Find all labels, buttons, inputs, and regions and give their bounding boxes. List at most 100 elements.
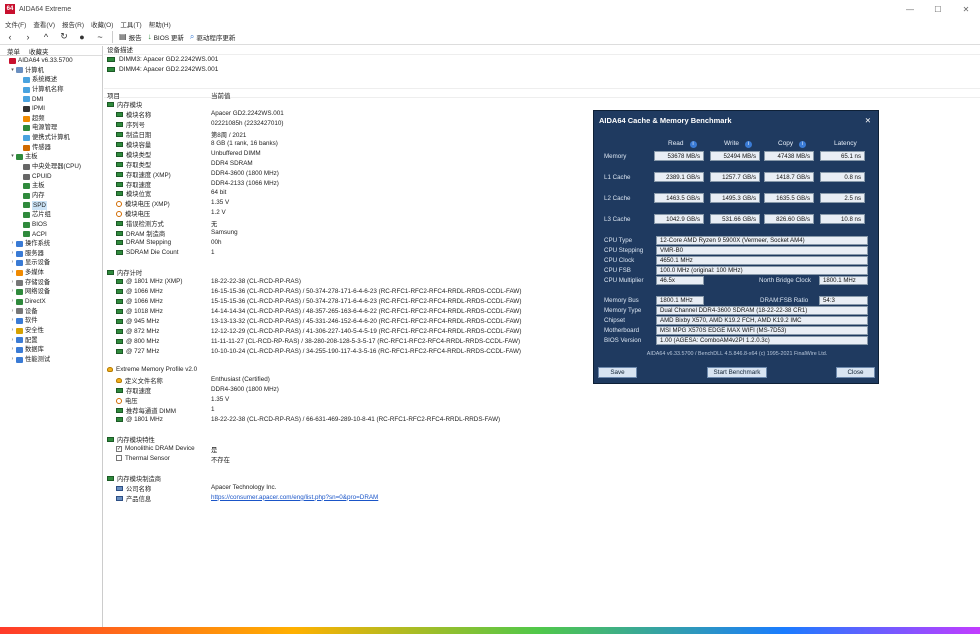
- sidebar-item[interactable]: 便携式计算机: [0, 133, 102, 143]
- menu-tools[interactable]: 工具(T): [120, 19, 141, 29]
- back-icon[interactable]: ‹: [4, 32, 16, 42]
- sidebar-item[interactable]: › DirectX: [0, 297, 102, 307]
- tree-toggle-icon[interactable]: ▾: [9, 66, 16, 76]
- tab-favorites[interactable]: 收藏夹: [29, 46, 49, 56]
- tree-toggle-icon[interactable]: ›: [9, 336, 16, 346]
- bios-update-button[interactable]: ↓ BIOS 更新: [148, 32, 184, 42]
- sidebar-item[interactable]: 系统概述: [0, 75, 102, 85]
- sidebar-item[interactable]: 芯片组: [0, 210, 102, 220]
- tree-toggle-icon[interactable]: ›: [9, 287, 16, 297]
- property-row[interactable]: 电压 1.35 V: [104, 395, 980, 405]
- minimize-button[interactable]: —: [896, 5, 924, 14]
- menu-view[interactable]: 查看(V): [33, 19, 55, 29]
- sidebar-item[interactable]: › 软件: [0, 316, 102, 326]
- maximize-button[interactable]: ☐: [924, 5, 952, 14]
- memory-module-icon: [116, 328, 123, 334]
- sidebar-item[interactable]: 主板: [0, 181, 102, 191]
- tree-toggle-icon[interactable]: ›: [9, 316, 16, 326]
- property-row[interactable]: 存取速度 DDR4-3600 (1800 MHz): [104, 385, 980, 395]
- tree-toggle-icon[interactable]: ›: [9, 268, 16, 278]
- tree-node-icon: [16, 289, 23, 296]
- tree-toggle-icon[interactable]: ›: [9, 326, 16, 336]
- info-icon[interactable]: i: [689, 141, 697, 148]
- tree-toggle-icon[interactable]: ›: [9, 239, 16, 249]
- report-button[interactable]: ▤ 报告: [119, 32, 142, 42]
- menu-favorites[interactable]: 收藏(O): [91, 19, 113, 29]
- property-name-text: 存取速度: [126, 388, 152, 396]
- property-name: SDRAM Die Count: [116, 249, 179, 256]
- sidebar-item[interactable]: › 显示设备: [0, 258, 102, 268]
- memory-module-icon: [116, 348, 123, 354]
- sidebar-item[interactable]: › 设备: [0, 307, 102, 317]
- sidebar-item[interactable]: 中央处理器(CPU): [0, 162, 102, 172]
- sidebar-item[interactable]: › 存储设备: [0, 278, 102, 288]
- property-section[interactable]: 内存模块特性: [104, 434, 980, 444]
- tree-node-icon: [23, 212, 30, 219]
- tab-menu[interactable]: 菜单: [7, 46, 20, 56]
- refresh-icon[interactable]: ↻: [58, 31, 70, 42]
- close-window-button[interactable]: ✕: [952, 5, 980, 14]
- tree-toggle-icon[interactable]: ›: [9, 355, 16, 365]
- forward-icon[interactable]: ›: [22, 32, 34, 42]
- sidebar-item[interactable]: CPUID: [0, 172, 102, 182]
- sidebar-item[interactable]: 传感器: [0, 143, 102, 153]
- sidebar-item[interactable]: DMI: [0, 95, 102, 105]
- save-button[interactable]: Save: [598, 367, 637, 378]
- sidebar-item[interactable]: › 操作系统: [0, 239, 102, 249]
- property-row[interactable]: Thermal Sensor 不存在: [104, 454, 980, 464]
- property-section[interactable]: 内存模块: [104, 99, 980, 109]
- property-row[interactable]: 产品信息 https://consumer.apacer.com/eng/list…: [104, 493, 980, 503]
- sidebar-item[interactable]: › 性能测试: [0, 355, 102, 365]
- tree-toggle-icon[interactable]: ›: [9, 258, 16, 268]
- tree-toggle-icon[interactable]: ›: [9, 307, 16, 317]
- sidebar-item[interactable]: 内存: [0, 191, 102, 201]
- sidebar-item[interactable]: ACPI: [0, 230, 102, 240]
- start-benchmark-button[interactable]: Start Benchmark: [707, 367, 767, 378]
- sidebar-item[interactable]: 超频: [0, 114, 102, 124]
- bench-value-box: 1418.7 GB/s: [764, 172, 814, 182]
- sidebar-item[interactable]: IPMI: [0, 104, 102, 114]
- property-row[interactable]: 推荐每通道 DIMM 1: [104, 405, 980, 415]
- device-item[interactable]: DIMM3: Apacer GD2.2242WS.001: [104, 55, 980, 65]
- property-value: Unbuffered DIMM: [211, 149, 261, 157]
- tree-toggle-icon[interactable]: ›: [9, 297, 16, 307]
- chart-icon[interactable]: ~: [94, 32, 106, 42]
- user-icon[interactable]: ●: [76, 32, 88, 42]
- sidebar-item[interactable]: › 服务器: [0, 249, 102, 259]
- close-button[interactable]: Close: [836, 367, 875, 378]
- menu-report[interactable]: 报告(R): [62, 19, 84, 29]
- sidebar-item[interactable]: AIDA64 v6.33.5700: [0, 56, 102, 66]
- tree-toggle-icon[interactable]: ›: [9, 249, 16, 259]
- sidebar-item[interactable]: › 多媒体: [0, 268, 102, 278]
- property-row[interactable]: 公司名称 Apacer Technology Inc.: [104, 483, 980, 493]
- property-name-text: 错误检测方式: [126, 221, 164, 229]
- sidebar-item[interactable]: 计算机名称: [0, 85, 102, 95]
- menu-file[interactable]: 文件(F): [5, 19, 26, 29]
- sidebar-item[interactable]: › 网络设备: [0, 287, 102, 297]
- property-row[interactable]: ✓ Monolithic DRAM Device 是: [104, 444, 980, 454]
- tree-node-icon: [16, 67, 23, 74]
- info-icon[interactable]: i: [799, 141, 807, 148]
- sidebar-item[interactable]: BIOS: [0, 220, 102, 230]
- info-icon[interactable]: i: [745, 141, 753, 148]
- bench-close-icon[interactable]: ✕: [865, 116, 871, 125]
- sidebar-item[interactable]: › 配置: [0, 336, 102, 346]
- tree-toggle-icon[interactable]: ›: [9, 345, 16, 355]
- menu-help[interactable]: 帮助(H): [149, 19, 171, 29]
- tree-toggle-icon[interactable]: ›: [9, 278, 16, 288]
- up-icon[interactable]: ^: [40, 32, 52, 42]
- sidebar-item[interactable]: 电源管理: [0, 123, 102, 133]
- product-info-link[interactable]: https://consumer.apacer.com/eng/list.php…: [211, 494, 378, 501]
- tree-toggle-icon[interactable]: ▾: [9, 152, 16, 162]
- property-value: Enthusiast (Certified): [211, 376, 270, 384]
- sidebar-item[interactable]: › 数据库: [0, 345, 102, 355]
- property-section[interactable]: 内存模块制造商: [104, 473, 980, 483]
- driver-update-button[interactable]: ⌕ 驱动程序更新: [190, 32, 235, 42]
- bench-value-box: 826.60 GB/s: [764, 214, 814, 224]
- property-row[interactable]: @ 1801 MHz 18-22-22-38 (CL-RCD-RP-RAS) / …: [104, 415, 980, 425]
- sidebar-item[interactable]: ▾ 主板: [0, 152, 102, 162]
- sidebar-item[interactable]: ▾ 计算机: [0, 66, 102, 76]
- sidebar-item[interactable]: › 安全性: [0, 326, 102, 336]
- sidebar-item[interactable]: SPD: [0, 200, 102, 211]
- device-item[interactable]: DIMM4: Apacer GD2.2242WS.001: [104, 65, 980, 75]
